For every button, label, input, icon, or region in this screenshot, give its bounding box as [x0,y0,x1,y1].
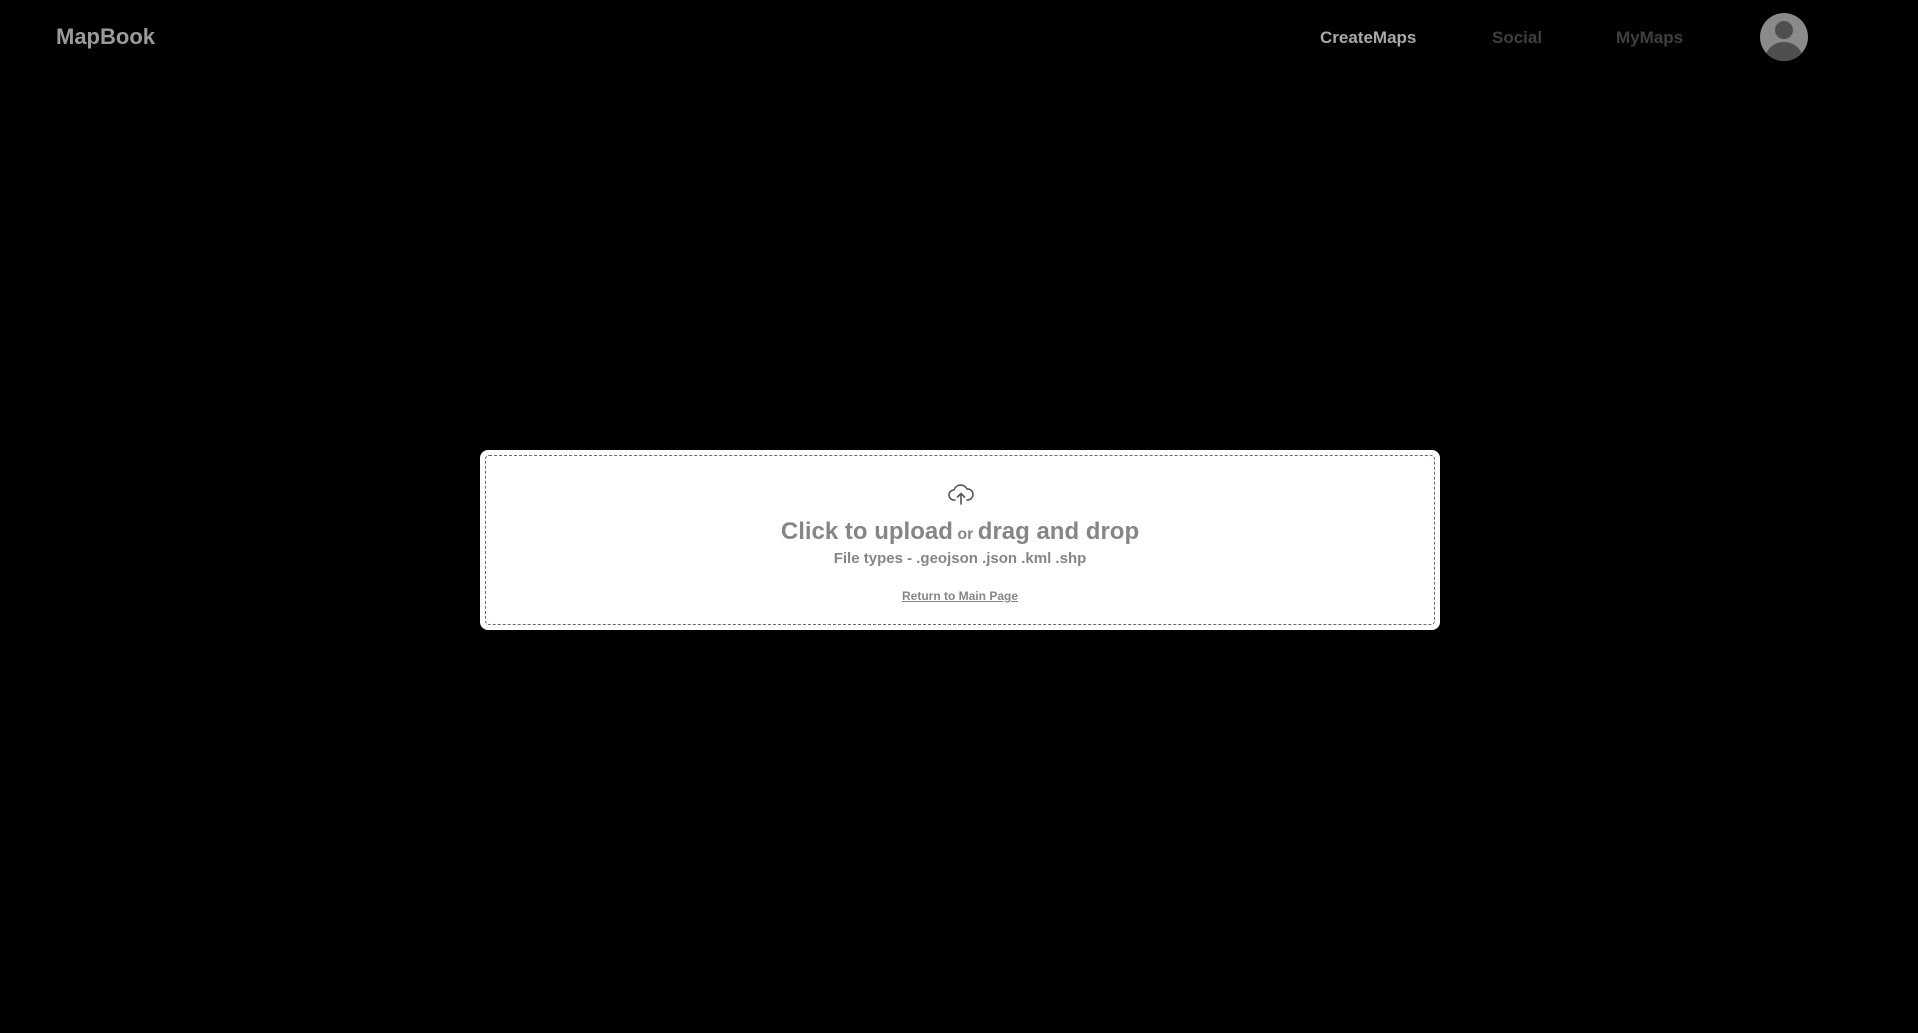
file-types-text: File types - .geojson .json .kml .shp [833,550,1087,567]
nav-link-mymaps[interactable]: MyMaps [1616,28,1683,48]
brand-logo-link[interactable]: MapBook [56,24,155,50]
upload-headline: Click to upload or drag and drop [486,518,1434,546]
top-navbar: MapBook CreateMaps Social MyMaps [0,0,1918,78]
cloud-upload-icon [948,484,974,505]
user-avatar-icon[interactable] [1760,13,1808,61]
file-dropzone[interactable]: Click to upload or drag and drop File ty… [485,455,1435,625]
click-to-upload-text: Click to upload [780,518,953,545]
return-to-main-link[interactable]: Return to Main Page [486,589,1434,603]
avatar-head [1775,21,1793,39]
or-text: or [957,526,974,543]
avatar-shoulders [1766,42,1802,61]
nav-link-social[interactable]: Social [1492,28,1542,48]
nav-link-createmaps[interactable]: CreateMaps [1320,28,1416,48]
upload-card: Click to upload or drag and drop File ty… [480,450,1440,630]
drag-and-drop-text: drag and drop [977,518,1140,545]
